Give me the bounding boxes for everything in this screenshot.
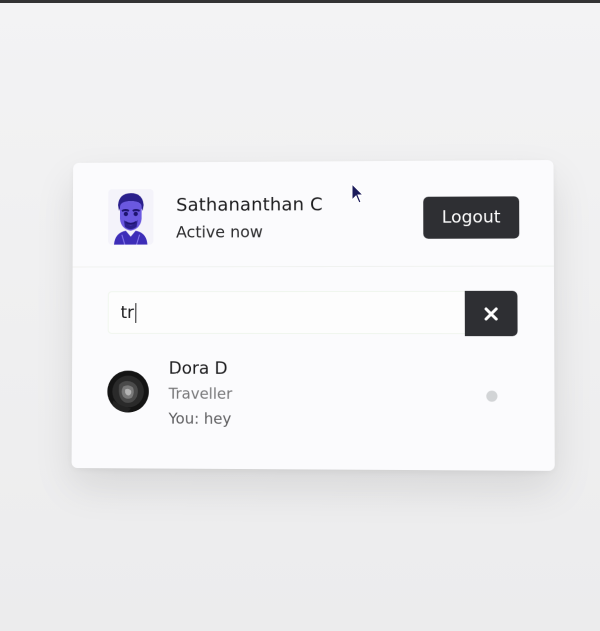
search-input[interactable]: tr (107, 290, 465, 335)
chat-app-card: Sathananthan C Active now Logout tr Dora… (71, 160, 555, 471)
status-dot-icon (486, 390, 498, 402)
search-bar: tr (107, 290, 520, 337)
user-header: Sathananthan C Active now Logout (72, 160, 554, 268)
clear-search-button[interactable] (464, 290, 518, 337)
search-input-value: tr (120, 302, 135, 323)
contact-avatar (107, 370, 149, 413)
current-user-status: Active now (176, 222, 263, 242)
current-user-avatar (108, 189, 154, 245)
mouse-cursor-icon (351, 183, 365, 204)
user-avatar-illustration-icon (108, 189, 154, 245)
text-caret (134, 302, 137, 323)
chat-list-item[interactable]: Dora D Traveller You: hey (107, 357, 520, 439)
close-icon (484, 306, 498, 320)
current-user-name: Sathananthan C (176, 194, 323, 216)
contact-about: Traveller (168, 384, 233, 403)
contact-photo-icon (107, 370, 149, 413)
last-message: You: hey (168, 409, 232, 428)
logout-button[interactable]: Logout (423, 196, 520, 239)
contact-name: Dora D (168, 358, 228, 379)
